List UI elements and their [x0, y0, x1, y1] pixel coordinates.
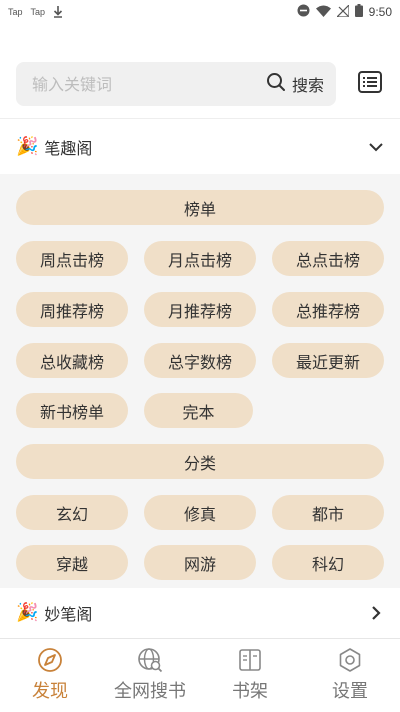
status-time: 9:50	[368, 5, 392, 19]
search-box: 搜索	[16, 62, 336, 106]
list-menu-button[interactable]	[356, 70, 384, 98]
no-signal-icon	[335, 3, 350, 20]
compass-icon	[37, 647, 63, 673]
list-menu-icon	[358, 71, 382, 97]
wifi-icon	[315, 5, 331, 20]
section-panel-biquge: 榜单 周点击榜 月点击榜 总点击榜 周推荐榜 月推荐榜 总推荐榜 总收藏榜 总字…	[0, 174, 400, 588]
ranking-chip[interactable]: 总推荐榜	[272, 292, 384, 327]
search-button[interactable]: 搜索	[266, 72, 324, 96]
status-notifications: Tap Tap	[8, 6, 63, 18]
ranking-chip[interactable]: 月点击榜	[144, 241, 256, 276]
book-icon	[237, 647, 263, 673]
notification-app-2: Tap	[30, 7, 46, 17]
ranking-chip[interactable]: 周推荐榜	[16, 292, 128, 327]
search-input[interactable]	[32, 74, 266, 94]
nav-label: 设置	[332, 681, 368, 702]
section-title: 妙笔阁	[44, 605, 93, 624]
nav-label: 书架	[232, 681, 268, 702]
battery-icon	[354, 4, 363, 20]
search-bar: 搜索	[16, 62, 384, 106]
nav-label: 发现	[32, 681, 68, 702]
notification-app-1: Tap	[8, 7, 23, 17]
category-chip[interactable]: 网游	[144, 545, 256, 580]
ranking-chip[interactable]: 总收藏榜	[16, 343, 128, 378]
nav-discover[interactable]: 发现	[0, 639, 100, 712]
chevron-down-icon	[368, 139, 384, 155]
category-chip[interactable]: 穿越	[16, 545, 128, 580]
search-button-label: 搜索	[291, 76, 324, 95]
bottom-nav: 发现 全网搜书 书架 设置	[0, 639, 400, 712]
download-icon	[53, 6, 63, 18]
ranking-chip[interactable]: 总字数榜	[144, 343, 256, 378]
search-icon	[266, 72, 286, 96]
gear-icon	[337, 647, 363, 673]
ranking-chip[interactable]: 完本	[144, 393, 253, 428]
ranking-chip[interactable]: 月推荐榜	[144, 292, 256, 327]
ranking-header-chip[interactable]: 榜单	[16, 190, 384, 225]
party-popper-icon: 🎉	[16, 602, 39, 623]
ranking-chip[interactable]: 总点击榜	[272, 241, 384, 276]
status-indicators: 9:50	[297, 3, 392, 20]
source-section-header-miaobige[interactable]: 🎉 妙笔阁	[0, 588, 400, 638]
party-popper-icon: 🎉	[16, 136, 39, 157]
ranking-chip[interactable]: 新书榜单	[16, 393, 128, 428]
nav-label: 全网搜书	[114, 681, 186, 702]
source-section-header-biquge[interactable]: 🎉 笔趣阁	[0, 119, 400, 175]
category-chip[interactable]: 科幻	[272, 545, 384, 580]
do-not-disturb-icon	[297, 4, 310, 20]
nav-bookshelf[interactable]: 书架	[200, 639, 300, 712]
nav-settings[interactable]: 设置	[300, 639, 400, 712]
ranking-chip[interactable]: 周点击榜	[16, 241, 128, 276]
nav-web-search[interactable]: 全网搜书	[100, 639, 200, 712]
section-title: 笔趣阁	[44, 139, 93, 158]
category-chip[interactable]: 玄幻	[16, 495, 128, 530]
status-bar: Tap Tap 9:50	[0, 0, 400, 24]
category-chip[interactable]: 都市	[272, 495, 384, 530]
category-chip[interactable]: 修真	[144, 495, 256, 530]
category-header-chip[interactable]: 分类	[16, 444, 384, 479]
globe-search-icon	[137, 647, 163, 673]
ranking-chip[interactable]: 最近更新	[272, 343, 384, 378]
chevron-right-icon	[368, 605, 384, 621]
